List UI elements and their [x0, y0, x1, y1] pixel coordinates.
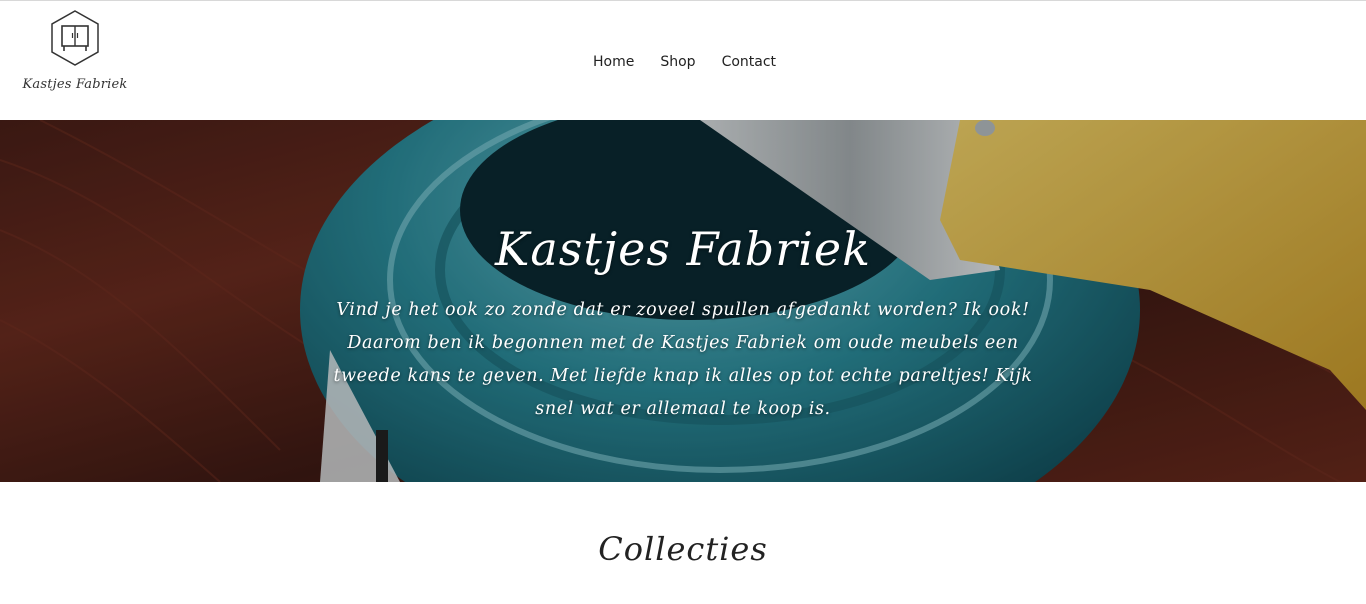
logo-link[interactable]: Kastjes Fabriek	[22, 9, 128, 101]
nav-contact-link[interactable]: Contact	[709, 50, 789, 74]
cabinet-hexagon-icon	[51, 10, 99, 66]
nav-home-link[interactable]: Home	[580, 50, 647, 74]
section-title-collecties: Collecties	[598, 530, 768, 568]
hero-banner: Kastjes Fabriek Vind je het ook zo zonde…	[0, 120, 1366, 482]
main-nav: Home Shop Contact	[580, 50, 789, 74]
hero-title: Kastjes Fabriek	[494, 222, 872, 276]
hero-description: Vind je het ook zo zonde dat er zoveel s…	[333, 300, 1033, 419]
logo-text: Kastjes Fabriek	[22, 77, 128, 92]
nav-shop-link[interactable]: Shop	[647, 50, 708, 74]
site-header: Kastjes Fabriek Home Shop Contact	[0, 1, 1366, 120]
